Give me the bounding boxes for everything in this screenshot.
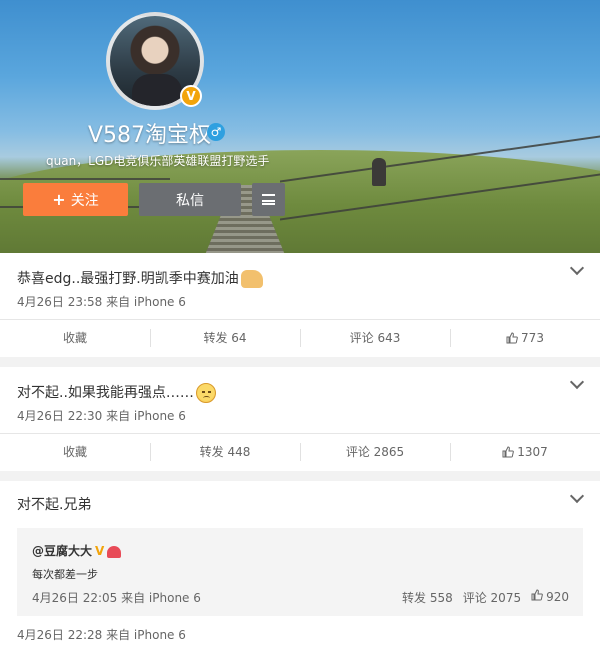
post-text: 恭喜edg..最强打野.明凯季中赛加油 <box>17 268 263 288</box>
repost-button[interactable]: 转发 64 <box>150 320 300 355</box>
chevron-down-icon[interactable] <box>569 260 585 276</box>
male-gender-icon: ♂ <box>207 123 225 141</box>
reposted-like-count[interactable]: 920 <box>531 589 569 606</box>
follow-button[interactable]: + 关注 <box>23 183 128 216</box>
reposted-comment-count[interactable]: 评论 2075 <box>463 589 521 606</box>
reposted-content[interactable]: @豆腐大大 V 每次都差一步 4月26日 22:05 来自 iPhone 6 转发… <box>17 528 583 616</box>
chevron-down-icon[interactable] <box>569 488 585 504</box>
post-card: 对不起.兄弟 @豆腐大大 V 每次都差一步 4月26日 22:05 来自 iPho… <box>0 481 600 652</box>
thumbs-up-emoji-icon <box>240 270 263 288</box>
profile-name: V587淘宝权 <box>88 123 212 148</box>
post-meta: 4月26日 23:58 来自 iPhone 6 <box>17 295 186 309</box>
message-label: 私信 <box>176 192 204 209</box>
reposted-repost-count[interactable]: 转发 558 <box>402 589 453 606</box>
more-menu-button[interactable] <box>252 183 285 216</box>
header-background-person <box>372 158 386 186</box>
message-button[interactable]: 私信 <box>139 183 241 216</box>
like-button[interactable]: 1307 <box>450 434 600 469</box>
chevron-down-icon[interactable] <box>569 374 585 390</box>
comment-button[interactable]: 评论 2865 <box>300 434 450 469</box>
heart-badge-icon <box>107 545 122 558</box>
sad-face-emoji-icon <box>195 383 216 403</box>
comment-button[interactable]: 评论 643 <box>300 320 450 355</box>
profile-header: V V587淘宝权 ♂ quan，LGD电竞俱乐部英雄联盟打野选手 + 关注 私… <box>0 0 600 253</box>
favorite-button[interactable]: 收藏 <box>0 320 150 355</box>
post-card: 对不起..如果我能再强点…… 4月26日 22:30 来自 iPhone 6 收… <box>0 367 600 471</box>
thumbs-up-icon <box>531 589 543 601</box>
thumbs-up-icon <box>506 331 518 343</box>
repost-button[interactable]: 转发 448 <box>150 434 300 469</box>
post-actions: 收藏 转发 64 评论 643 773 <box>0 319 600 355</box>
reposted-meta: 4月26日 22:05 来自 iPhone 6 <box>32 591 201 605</box>
profile-bio: quan，LGD电竞俱乐部英雄联盟打野选手 <box>46 154 270 168</box>
verified-badge-icon: V <box>180 85 202 107</box>
follow-label: 关注 <box>70 192 99 209</box>
thumbs-up-icon <box>502 445 515 457</box>
reposted-user[interactable]: @豆腐大大 V <box>32 542 122 559</box>
favorite-button[interactable]: 收藏 <box>0 434 150 469</box>
post-text: 对不起..如果我能再强点…… <box>17 382 216 403</box>
verified-badge-icon: V <box>95 544 105 558</box>
reposted-stats: 转发 558 评论 2075 920 <box>402 589 569 606</box>
post-card: 恭喜edg..最强打野.明凯季中赛加油 4月26日 23:58 来自 iPhon… <box>0 253 600 357</box>
post-text: 对不起.兄弟 <box>17 497 92 513</box>
reposted-text: 每次都差一步 <box>32 568 98 581</box>
post-meta: 4月26日 22:30 来自 iPhone 6 <box>17 409 186 423</box>
hamburger-menu-icon <box>262 194 275 205</box>
post-meta: 4月26日 22:28 来自 iPhone 6 <box>17 628 186 642</box>
plus-icon: + <box>52 190 66 209</box>
like-button[interactable]: 773 <box>450 320 600 355</box>
post-actions: 收藏 转发 448 评论 2865 1307 <box>0 433 600 469</box>
